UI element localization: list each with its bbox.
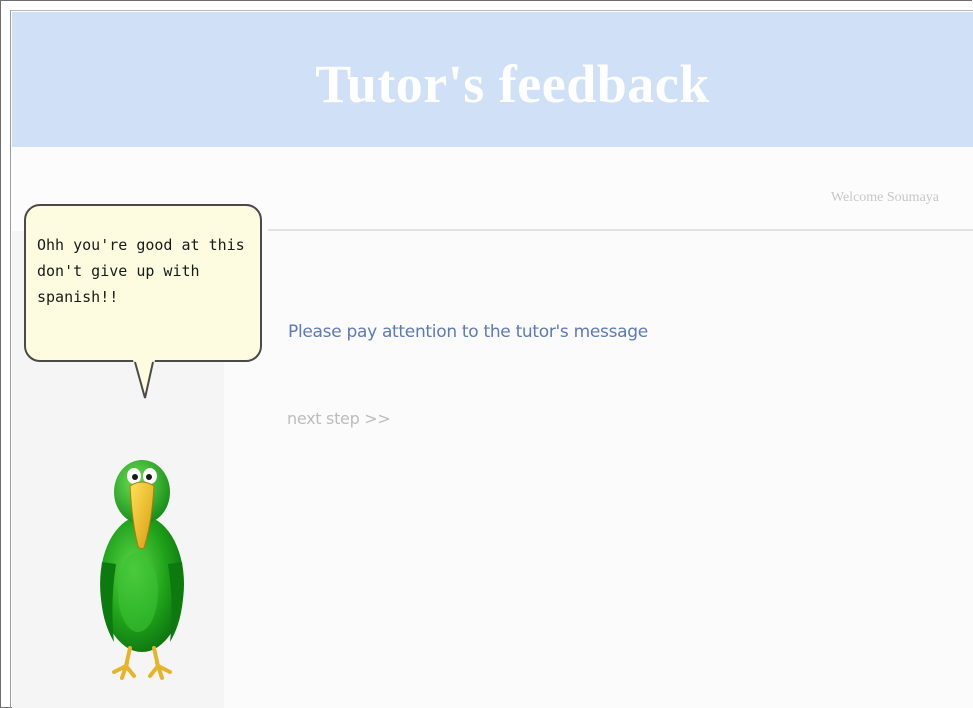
page-header: Tutor's feedback [12,12,973,147]
main-content [224,231,973,708]
green-parrot-icon [100,460,184,680]
next-step-link[interactable]: next step >> [287,409,391,428]
speech-line: Ohh you're good at this [37,236,245,254]
tutor-speech-bubble: Ohh you're good at this don't give up wi… [24,204,262,362]
tutor-message-notice: Please pay attention to the tutor's mess… [288,322,648,342]
welcome-text: Welcome Soumaya [830,190,939,205]
speech-line: spanish!! [37,288,119,306]
speech-bubble-tail [133,360,155,399]
page-title: Tutor's feedback [315,53,710,114]
speech-line: don't give up with [37,262,200,280]
